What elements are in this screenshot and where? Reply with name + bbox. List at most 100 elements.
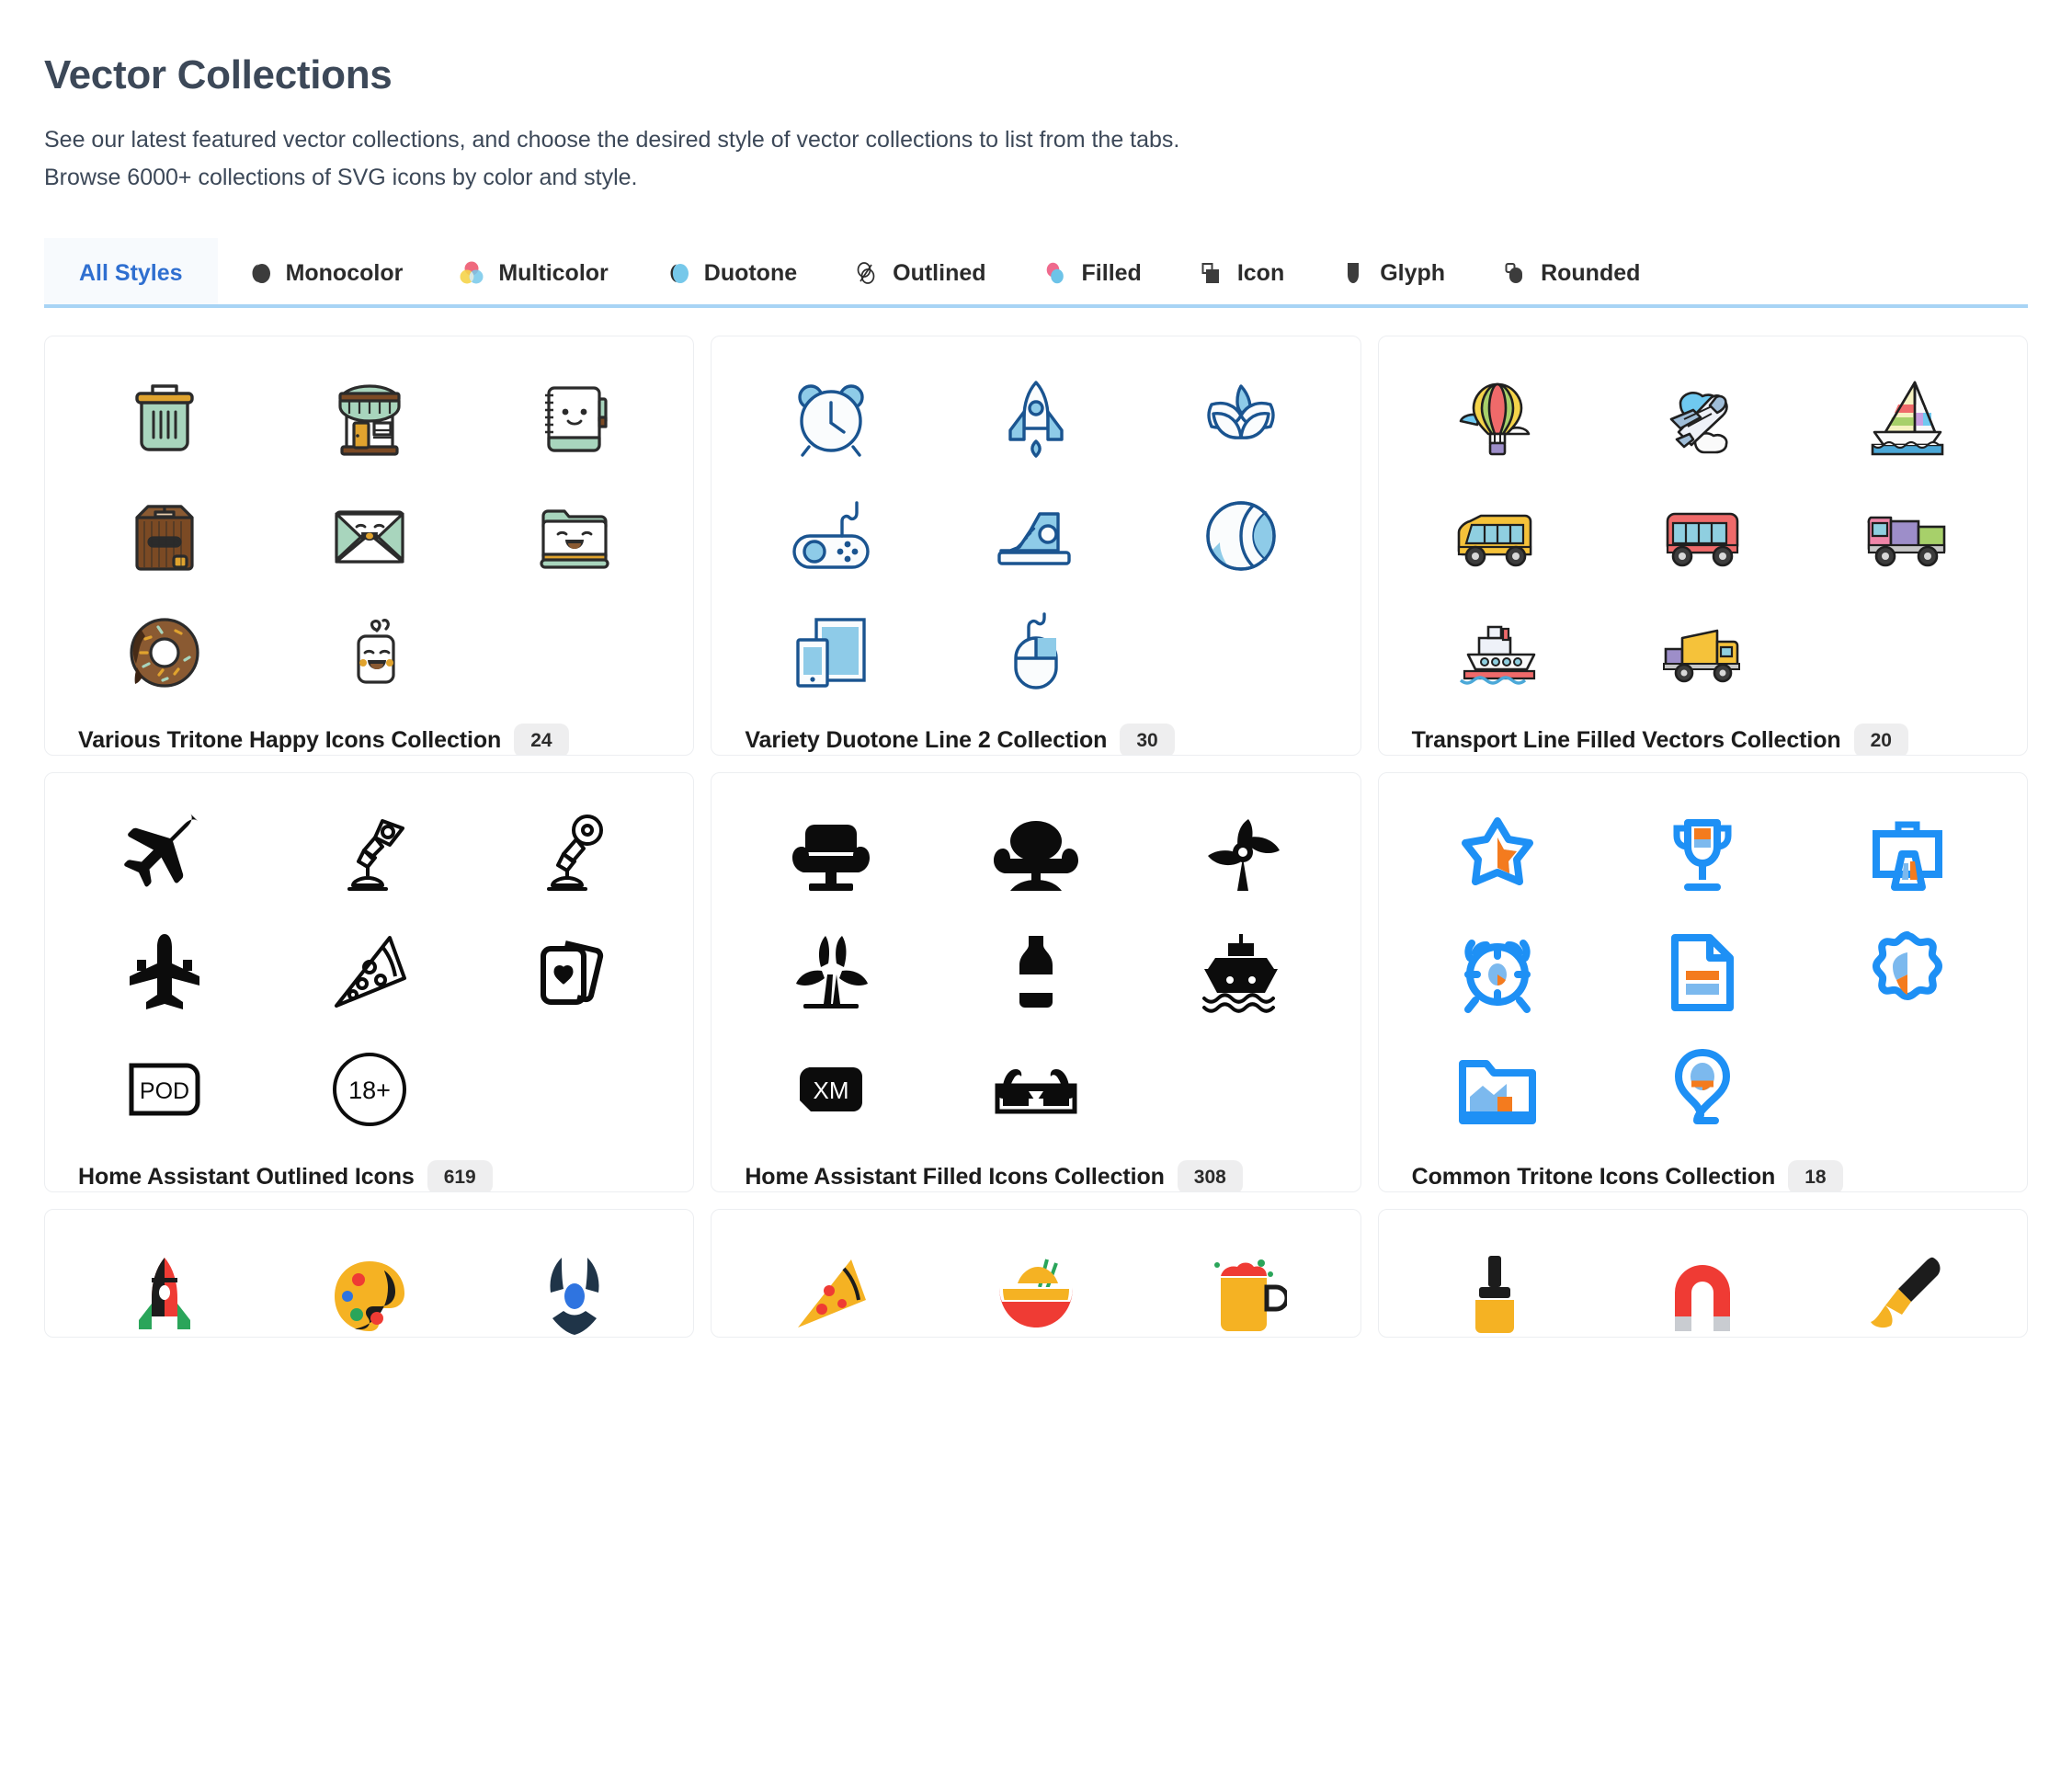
star-badge-icon[interactable] — [1452, 810, 1543, 902]
tab-duotone[interactable]: Duotone — [636, 238, 825, 304]
paint-roller-icon[interactable] — [1452, 1250, 1543, 1338]
folder-chart-icon[interactable] — [1452, 1043, 1543, 1135]
lotus-flower-icon[interactable] — [1195, 373, 1287, 465]
playing-cards-icon[interactable] — [529, 927, 620, 1019]
propeller-icon[interactable] — [1195, 810, 1287, 902]
age-18-plus-icon[interactable]: 18+ — [324, 1043, 416, 1135]
icon-preview-grid — [728, 1234, 1343, 1338]
collection-card[interactable] — [44, 1209, 695, 1339]
tab-monocolor[interactable]: Monocolor — [218, 238, 431, 304]
collection-card[interactable]: POD 18+ Home Assistant Outlined Icons 61… — [44, 772, 695, 1193]
airplane-tilted-icon[interactable] — [119, 810, 211, 902]
tab-multicolor[interactable]: Multicolor — [430, 238, 635, 304]
bottle-icon[interactable] — [990, 927, 1082, 1019]
radiation-icon[interactable] — [529, 1250, 620, 1338]
trophy-icon[interactable] — [1656, 810, 1748, 902]
storefront-icon[interactable] — [324, 373, 416, 465]
collection-card[interactable]: Various Tritone Happy Icons Collection 2… — [44, 336, 695, 757]
desk-lamp-round-icon[interactable] — [529, 810, 620, 902]
pod-badge-icon[interactable]: POD — [119, 1043, 211, 1135]
collection-card[interactable] — [1377, 1209, 2028, 1339]
collection-footer: Common Tritone Icons Collection 18 — [1395, 1147, 2010, 1192]
armchair-icon[interactable] — [785, 810, 877, 902]
filled-style-icon — [1042, 259, 1069, 287]
pink-truck-icon[interactable] — [1861, 490, 1953, 582]
collection-footer: Transport Line Filled Vectors Collection… — [1395, 711, 2010, 756]
airplane-top-icon[interactable] — [119, 927, 211, 1019]
location-pin-icon[interactable] — [1656, 1043, 1748, 1135]
briefcase-chart-icon[interactable] — [1861, 810, 1953, 902]
sneaker-icon[interactable] — [990, 490, 1082, 582]
rocket-flat-icon[interactable] — [119, 1250, 211, 1338]
alarm-clock-icon[interactable] — [785, 373, 877, 465]
collection-card[interactable]: Variety Duotone Line 2 Collection 30 — [711, 336, 1361, 757]
icon-preview-grid — [1395, 793, 2010, 1147]
collection-count-badge: 30 — [1120, 724, 1175, 756]
armchair-round-icon[interactable] — [990, 810, 1082, 902]
tab-filled[interactable]: Filled — [1014, 238, 1169, 304]
cardboard-box-icon[interactable] — [119, 490, 211, 582]
school-bus-icon[interactable] — [1452, 490, 1543, 582]
trash-can-icon[interactable] — [119, 373, 211, 465]
collection-footer: Home Assistant Outlined Icons 619 — [62, 1147, 677, 1192]
collections-grid: Various Tritone Happy Icons Collection 2… — [44, 336, 2028, 1339]
icon-style-icon — [1197, 259, 1224, 287]
alarm-target-icon[interactable] — [1452, 927, 1543, 1019]
collection-title[interactable]: Transport Line Filled Vectors Collection — [1412, 727, 1841, 754]
xm-badge-icon[interactable]: XM — [785, 1043, 877, 1135]
tablet-phone-icon[interactable] — [785, 607, 877, 699]
style-tabs[interactable]: All Styles Monocolor Multicolor Duotone … — [44, 238, 2028, 309]
icon-preview-grid: XM — [728, 793, 1343, 1147]
tab-label: Filled — [1081, 259, 1142, 286]
paint-brush-icon[interactable] — [1861, 1250, 1953, 1338]
noodle-bowl-icon[interactable] — [990, 1250, 1082, 1338]
red-bus-icon[interactable] — [1656, 490, 1748, 582]
envelope-face-icon[interactable] — [324, 490, 416, 582]
donut-icon[interactable] — [119, 607, 211, 699]
magnet-icon[interactable] — [1656, 1250, 1748, 1338]
paint-palette-icon[interactable] — [324, 1250, 416, 1338]
cruise-ship-icon[interactable] — [1452, 607, 1543, 699]
rounded-style-icon — [1500, 259, 1528, 287]
tab-all-styles[interactable]: All Styles — [44, 238, 218, 305]
airplane-cloud-icon[interactable] — [1656, 373, 1748, 465]
subtitle-line-1: See our latest featured vector collectio… — [44, 127, 1180, 154]
ship-front-icon[interactable] — [1195, 927, 1287, 1019]
collection-title[interactable]: Variety Duotone Line 2 Collection — [745, 727, 1107, 754]
icon-preview-grid — [62, 357, 677, 711]
tab-outlined[interactable]: Outlined — [825, 238, 1013, 304]
tab-rounded[interactable]: Rounded — [1473, 238, 1668, 304]
collection-title[interactable]: Home Assistant Filled Icons Collection — [745, 1164, 1165, 1191]
ball-icon[interactable] — [1195, 490, 1287, 582]
pizza-slice-icon[interactable] — [324, 927, 416, 1019]
beer-mug-icon[interactable] — [1195, 1250, 1288, 1338]
collection-card[interactable] — [711, 1209, 1361, 1339]
collection-title[interactable]: Common Tritone Icons Collection — [1412, 1164, 1776, 1191]
computer-mouse-icon[interactable] — [990, 607, 1082, 699]
sailboat-icon[interactable] — [1861, 373, 1953, 465]
3d-glasses-icon[interactable] — [990, 1043, 1082, 1135]
collection-footer: Various Tritone Happy Icons Collection 2… — [62, 711, 677, 756]
collection-count-badge: 619 — [427, 1160, 493, 1192]
collection-card[interactable]: XM Home Assistant Filled Icons Collectio… — [711, 772, 1361, 1193]
tab-glyph[interactable]: Glyph — [1312, 238, 1473, 304]
glyph-style-icon — [1339, 259, 1367, 287]
collection-card[interactable]: Common Tritone Icons Collection 18 — [1377, 772, 2028, 1193]
game-controller-icon[interactable] — [785, 490, 877, 582]
collection-title[interactable]: Home Assistant Outlined Icons — [78, 1164, 415, 1191]
folder-face-icon[interactable] — [529, 490, 620, 582]
collection-title[interactable]: Various Tritone Happy Icons Collection — [78, 727, 501, 754]
hot-air-balloon-icon[interactable] — [1452, 373, 1543, 465]
collection-card[interactable]: Transport Line Filled Vectors Collection… — [1377, 336, 2028, 757]
coffee-mug-face-icon[interactable] — [324, 607, 416, 699]
dump-truck-icon[interactable] — [1656, 607, 1748, 699]
document-chart-icon[interactable] — [1656, 927, 1748, 1019]
icon-preview-grid — [1395, 357, 2010, 711]
desk-lamp-icon[interactable] — [324, 810, 416, 902]
wind-turbine-icon[interactable] — [785, 927, 877, 1019]
tab-icon[interactable]: Icon — [1169, 238, 1312, 304]
notebook-face-icon[interactable] — [529, 373, 620, 465]
pizza-flat-icon[interactable] — [785, 1250, 877, 1338]
rocket-icon[interactable] — [990, 373, 1082, 465]
seal-chart-icon[interactable] — [1861, 927, 1953, 1019]
